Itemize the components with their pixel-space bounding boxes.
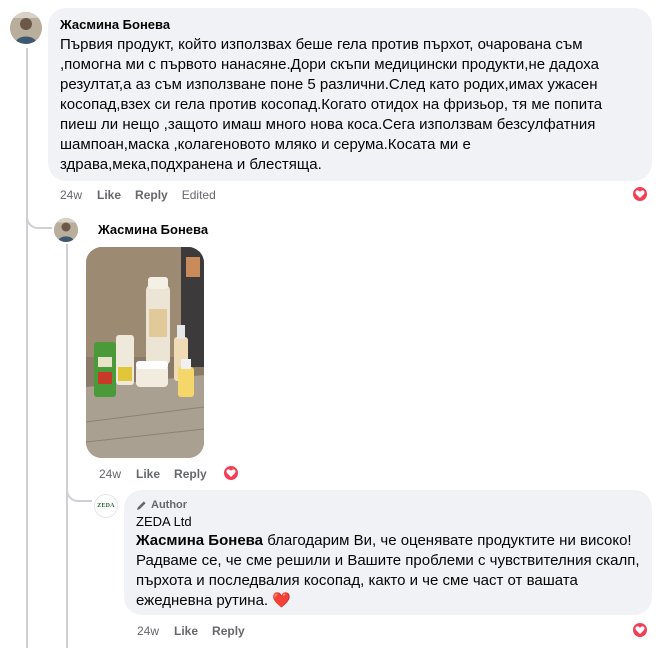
thread-line-main bbox=[26, 48, 28, 648]
thread-line-reply1 bbox=[66, 244, 68, 648]
reply-button[interactable]: Reply bbox=[135, 188, 168, 202]
author-badge: Author bbox=[136, 499, 640, 511]
mention-link[interactable]: Жасмина Бонева bbox=[136, 532, 263, 549]
comment-author[interactable]: Жасмина Бонева bbox=[98, 222, 208, 237]
logo-text: ZEDA bbox=[97, 503, 115, 509]
avatar[interactable] bbox=[54, 218, 78, 242]
heart-reaction-icon[interactable] bbox=[222, 464, 240, 482]
author-badge-label: Author bbox=[151, 499, 188, 511]
comment-timestamp[interactable]: 24w bbox=[137, 624, 159, 638]
edited-label: Edited bbox=[181, 188, 216, 202]
like-button[interactable]: Like bbox=[174, 624, 198, 638]
reply-button[interactable]: Reply bbox=[174, 467, 207, 481]
comment-text: Първия продукт, който използвах беше гел… bbox=[60, 36, 603, 173]
heart-reaction-icon[interactable] bbox=[631, 621, 649, 639]
comment-bubble: Author ZEDA Ltd Жасмина Бонева благодари… bbox=[124, 490, 652, 615]
comment-author[interactable]: ZEDA Ltd bbox=[136, 514, 640, 529]
thread-branch-reply2 bbox=[66, 480, 92, 502]
comment-timestamp[interactable]: 24w bbox=[60, 188, 82, 202]
comment-author[interactable]: Жасмина Бонева bbox=[60, 17, 640, 32]
pen-icon bbox=[136, 500, 146, 510]
comment-actions: 24w Like Reply Edited bbox=[60, 188, 216, 202]
reply-button[interactable]: Reply bbox=[212, 624, 245, 638]
page-logo-avatar[interactable]: ZEDA bbox=[94, 494, 118, 518]
comment-text: Жасмина Бонева благодарим Ви, че оценява… bbox=[136, 531, 640, 611]
comment-actions: 24w Like Reply bbox=[137, 624, 259, 638]
comment-bubble: Жасмина Бонева Първия продукт, който изп… bbox=[48, 8, 652, 181]
avatar[interactable] bbox=[10, 12, 42, 44]
comment-timestamp[interactable]: 24w bbox=[99, 467, 121, 481]
like-button[interactable]: Like bbox=[97, 188, 121, 202]
thread-branch-reply1 bbox=[26, 205, 52, 229]
heart-reaction-icon[interactable] bbox=[631, 185, 649, 203]
comment-actions: 24w Like Reply bbox=[99, 467, 221, 481]
like-button[interactable]: Like bbox=[136, 467, 160, 481]
comment-photo[interactable] bbox=[86, 247, 204, 458]
